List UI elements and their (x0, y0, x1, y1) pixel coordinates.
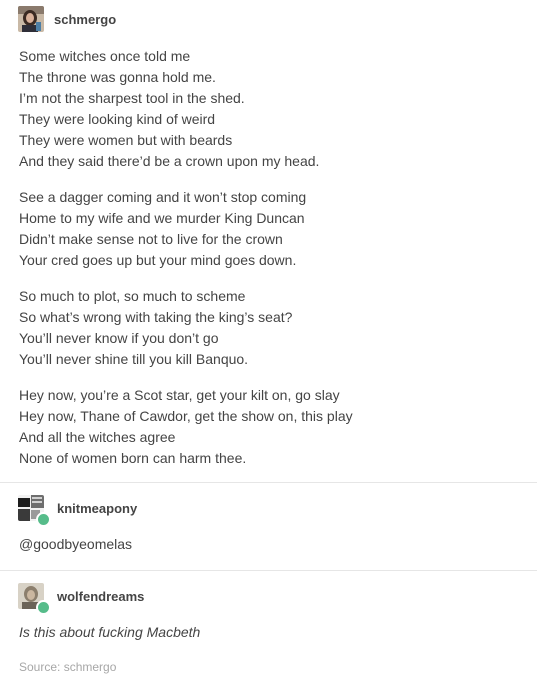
lyric-line: Didn’t make sense not to live for the cr… (19, 231, 283, 247)
divider (0, 570, 537, 571)
lyric-line: Your cred goes up but your mind goes dow… (19, 252, 297, 268)
stanza: Some witches once told me The throne was … (19, 46, 353, 172)
lyric-line: Some witches once told me (19, 48, 191, 64)
post-header-schmergo: schmergo (18, 6, 116, 32)
user-photo-avatar-icon (18, 6, 44, 32)
reblog-icon (36, 512, 51, 527)
reblog-icon (36, 600, 51, 615)
lyric-line: Home to my wife and we murder King Dunca… (19, 210, 305, 226)
reblog-header-wolfendreams: wolfendreams (18, 583, 144, 615)
lyric-line: And they said there’d be a crown upon my… (19, 153, 320, 169)
lyric-line: And all the witches agree (19, 429, 176, 445)
stanza: Hey now, you’re a Scot star, get your ki… (19, 385, 353, 469)
source-attribution[interactable]: Source: schmergo (19, 660, 116, 674)
reblog-header-knitmeapony: knitmeapony (18, 495, 137, 527)
lyric-line: Hey now, you’re a Scot star, get your ki… (19, 387, 340, 403)
lyric-line: They were women but with beards (19, 132, 233, 148)
lyric-line: You’ll never know if you don’t go (19, 330, 219, 346)
lyric-line: You’ll never shine till you kill Banquo. (19, 351, 249, 367)
lyric-line: See a dagger coming and it won’t stop co… (19, 189, 307, 205)
lyric-line: Hey now, Thane of Cawdor, get the show o… (19, 408, 353, 424)
stanza: So much to plot, so much to scheme So wha… (19, 286, 353, 370)
stanza: See a dagger coming and it won’t stop co… (19, 187, 353, 271)
divider (0, 482, 537, 483)
avatar-wolfendreams[interactable] (18, 583, 51, 615)
lyric-line: The throne was gonna hold me. (19, 69, 216, 85)
username[interactable]: wolfendreams (57, 589, 144, 604)
reblog-comment[interactable]: @goodbyeomelas (19, 536, 132, 552)
username[interactable]: schmergo (54, 12, 116, 27)
lyric-line: None of women born can harm thee. (19, 450, 247, 466)
lyric-line: So much to plot, so much to scheme (19, 288, 246, 304)
lyric-line: I’m not the sharpest tool in the shed. (19, 90, 245, 106)
username[interactable]: knitmeapony (57, 501, 137, 516)
post-body: Some witches once told me The throne was … (19, 46, 353, 484)
lyric-line: So what’s wrong with taking the king’s s… (19, 309, 293, 325)
reblog-comment: Is this about fucking Macbeth (19, 624, 201, 640)
avatar-schmergo[interactable] (18, 6, 44, 32)
lyric-line: They were looking kind of weird (19, 111, 216, 127)
avatar-knitmeapony[interactable] (18, 495, 51, 527)
